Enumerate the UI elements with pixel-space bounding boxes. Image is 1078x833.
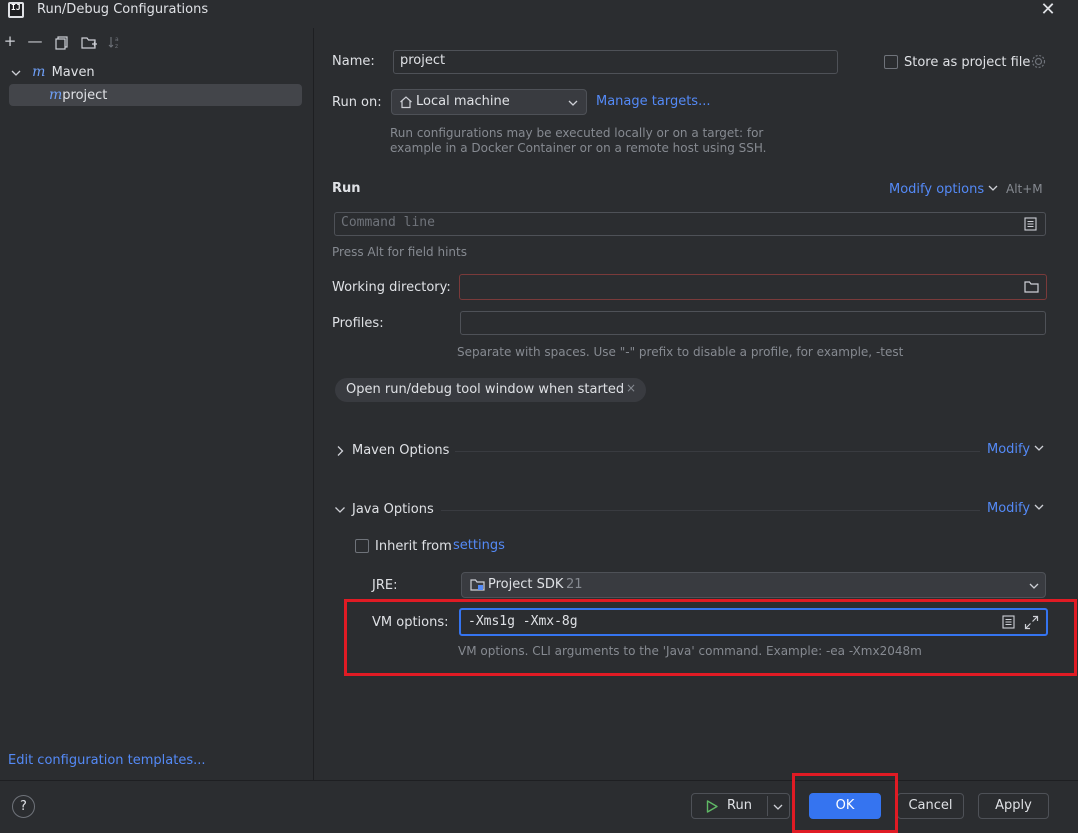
intellij-app-icon: IJ: [8, 2, 24, 18]
java-modify-link[interactable]: Modify: [987, 501, 1044, 516]
modify-options-shortcut: Alt+M: [1006, 182, 1043, 196]
split-divider: [767, 796, 768, 816]
run-on-label: Run on:: [332, 95, 382, 110]
chevron-down-icon: [988, 185, 998, 191]
play-icon: [706, 800, 718, 813]
run-on-hint-2: example in a Docker Container or on a re…: [390, 141, 767, 155]
store-project-checkbox[interactable]: [884, 55, 898, 69]
jre-dropdown[interactable]: Project SDK 21: [461, 572, 1046, 598]
ok-button-highlight: [792, 773, 898, 833]
title-bar: IJ Run/Debug Configurations ✕: [0, 0, 1078, 22]
run-button[interactable]: Run: [691, 793, 790, 819]
close-icon[interactable]: ×: [626, 381, 636, 395]
command-line-field[interactable]: Command line: [334, 212, 1046, 236]
chevron-down-icon: [1029, 583, 1039, 589]
maven-icon: m: [49, 87, 63, 103]
modify-options-label: Modify options: [889, 182, 985, 197]
chevron-down-icon[interactable]: [334, 505, 346, 515]
chevron-down-icon[interactable]: [10, 67, 22, 79]
jre-label: JRE:: [372, 578, 398, 593]
apply-button[interactable]: Apply: [978, 793, 1049, 819]
field-hints-text: Press Alt for field hints: [332, 245, 467, 259]
chevron-down-icon: [1034, 504, 1044, 510]
inherit-checkbox[interactable]: [355, 539, 369, 553]
run-on-dropdown[interactable]: Local machine: [391, 89, 587, 115]
run-on-value: Local machine: [416, 94, 510, 109]
copy-icon[interactable]: [55, 36, 69, 50]
name-field[interactable]: project: [393, 50, 838, 74]
minus-icon[interactable]: —: [27, 33, 43, 49]
configurations-sidebar: + — a z m Maven mproject Edit configurat…: [0, 28, 314, 780]
profiles-label: Profiles:: [332, 316, 384, 331]
help-button[interactable]: ?: [12, 795, 35, 818]
chevron-right-icon[interactable]: [335, 445, 345, 457]
sdk-folder-icon: [470, 579, 485, 591]
inherit-label: Inherit from: [375, 539, 452, 554]
chevron-down-icon[interactable]: [773, 802, 783, 812]
chip-label: Open run/debug tool window when started: [346, 382, 625, 397]
plus-icon[interactable]: +: [2, 33, 18, 49]
chevron-down-icon: [1034, 445, 1044, 451]
working-dir-label: Working directory:: [332, 280, 451, 295]
inherit-settings-link[interactable]: settings: [453, 538, 505, 553]
profiles-field[interactable]: [460, 311, 1046, 335]
store-project-label: Store as project file: [904, 55, 1031, 70]
close-icon[interactable]: ✕: [1040, 1, 1056, 19]
section-divider: [455, 451, 980, 452]
gear-icon[interactable]: [1031, 54, 1046, 69]
home-icon: [400, 96, 412, 109]
jre-value: Project SDK: [488, 577, 564, 592]
folder-icon[interactable]: [1024, 280, 1039, 293]
maven-icon: m: [32, 64, 46, 80]
sort-alpha-icon[interactable]: a z: [108, 35, 122, 50]
svg-text:z: z: [115, 43, 118, 50]
name-value: project: [400, 53, 446, 68]
profiles-hint: Separate with spaces. Use "-" prefix to …: [457, 345, 904, 359]
jre-version: 21: [566, 577, 583, 592]
maven-options-title[interactable]: Maven Options: [352, 443, 449, 458]
section-divider: [441, 510, 980, 511]
modify-label: Modify: [987, 442, 1031, 457]
tree-group-label: Maven: [51, 65, 95, 80]
new-folder-icon[interactable]: [81, 35, 97, 50]
expand-text-icon[interactable]: [1024, 217, 1037, 231]
edit-templates-link[interactable]: Edit configuration templates...: [8, 753, 206, 768]
vm-options-highlight: [344, 599, 1077, 676]
modify-label: Modify: [987, 501, 1031, 516]
run-section-title: Run: [332, 181, 361, 196]
tree-item-project[interactable]: mproject: [9, 84, 302, 106]
name-label: Name:: [332, 54, 375, 69]
run-label: Run: [727, 798, 752, 813]
dialog-footer: ? Run OK Cancel Apply: [0, 780, 1078, 833]
tree-item-label: project: [62, 88, 108, 103]
run-on-hint-1: Run configurations may be executed local…: [390, 126, 764, 140]
tool-window-chip[interactable]: Open run/debug tool window when started …: [335, 378, 646, 402]
manage-targets-link[interactable]: Manage targets...: [596, 94, 710, 109]
window-title: Run/Debug Configurations: [37, 2, 209, 17]
java-options-title[interactable]: Java Options: [352, 502, 434, 517]
chevron-down-icon: [568, 100, 578, 106]
working-dir-field[interactable]: [459, 274, 1047, 300]
cancel-button[interactable]: Cancel: [897, 793, 964, 819]
modify-options-link[interactable]: Modify options: [889, 182, 998, 197]
maven-modify-link[interactable]: Modify: [987, 442, 1044, 457]
svg-text:a: a: [115, 36, 119, 43]
tree-group-maven[interactable]: m Maven: [10, 61, 95, 83]
command-line-placeholder: Command line: [341, 215, 435, 230]
